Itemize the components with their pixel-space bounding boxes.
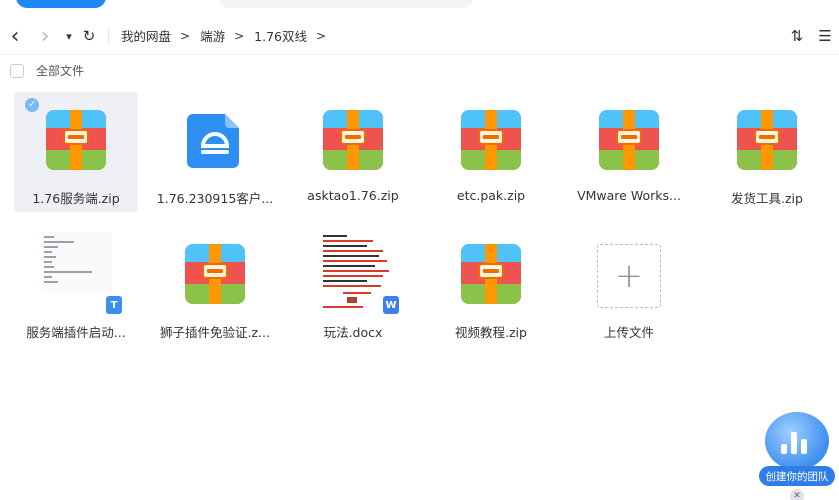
chevron-right-icon: › [40,23,50,49]
file-tile[interactable]: 发货工具.zip [705,92,829,212]
close-icon: ✕ [793,491,801,500]
upload-button[interactable]: + [597,244,661,308]
breadcrumb-item-folder[interactable]: 端游 [200,26,225,45]
create-team-label: 创建你的团队 [759,466,835,486]
upload-tile[interactable]: + 上传文件 [567,226,691,346]
forward-button[interactable]: › [34,23,56,49]
zip-archive-icon [183,242,247,306]
file-tile[interactable]: asktao1.76.zip [291,92,415,212]
file-tile[interactable]: T 服务端插件启动... [14,226,138,346]
file-tile[interactable]: 狮子插件免验证.z... [153,226,277,346]
sort-icon: ⇅ [790,27,804,45]
file-tile[interactable]: 1.76.230915客户... [153,92,277,212]
back-button[interactable]: ‹ [4,23,26,49]
caret-down-icon: ▾ [66,29,72,43]
file-tile[interactable]: W 玩法.docx [291,226,415,346]
search-input[interactable] [218,0,473,8]
select-all-label: 全部文件 [36,64,85,78]
zip-archive-icon [44,108,108,172]
breadcrumb-separator-icon: > [234,28,245,43]
breadcrumb-separator-icon: > [180,28,191,43]
file-name: 服务端插件启动... [26,325,126,340]
breadcrumb-item-root[interactable]: 我的网盘 [121,26,171,45]
app-installer-icon [183,108,247,172]
close-widget-button[interactable]: ✕ [790,489,804,500]
nav-divider [108,28,109,44]
file-tile[interactable]: ✓ 1.76服务端.zip [14,92,138,212]
text-file-badge-icon: T [106,296,122,314]
file-name: 1.76服务端.zip [32,191,120,206]
selected-check-icon[interactable]: ✓ [25,98,39,112]
file-name: 玩法.docx [323,325,383,340]
view-tools: ⇅ ☰ [783,24,839,48]
header-divider [0,54,839,55]
file-name: 视频教程.zip [455,325,527,340]
bar-chart-icon [781,430,811,454]
navigation-bar: ‹ › ▾ ↻ 我的网盘 > 端游 > 1.76双线 > ⇅ ☰ [0,20,839,52]
file-name: etc.pak.zip [456,188,526,203]
view-mode-button[interactable]: ☰ [811,24,839,48]
upload-label: 上传文件 [603,325,654,340]
file-name: VMware Works... [577,188,681,203]
zip-archive-icon [735,108,799,172]
list-view-icon: ☰ [818,27,832,45]
sort-button[interactable]: ⇅ [783,24,811,48]
word-file-badge-icon: W [383,296,399,314]
history-dropdown-button[interactable]: ▾ [58,24,80,48]
breadcrumb: 我的网盘 > 端游 > 1.76双线 > [121,26,336,45]
top-bar [0,0,839,14]
zip-archive-icon [459,242,523,306]
file-name: asktao1.76.zip [307,188,399,203]
select-all-row: 全部文件 [10,62,84,79]
chevron-left-icon: ‹ [10,23,20,49]
zip-archive-icon [459,108,523,172]
file-tile[interactable]: etc.pak.zip [429,92,553,212]
file-tile[interactable]: 视频教程.zip [429,226,553,346]
refresh-button[interactable]: ↻ [78,24,100,48]
text-document-thumbnail [42,232,112,292]
file-name: 发货工具.zip [731,191,803,206]
select-all-checkbox[interactable] [10,63,24,78]
file-manager: ‹ › ▾ ↻ 我的网盘 > 端游 > 1.76双线 > ⇅ ☰ 全部文件 ✓ … [0,0,839,500]
plus-icon: + [614,256,644,296]
create-team-widget[interactable]: 创建你的团队 [757,408,837,488]
refresh-icon: ↻ [82,27,96,45]
file-tile[interactable]: VMware Works... [567,92,691,212]
zip-archive-icon [321,108,385,172]
primary-action-button[interactable] [16,0,106,8]
zip-archive-icon [597,108,661,172]
breadcrumb-separator-icon: > [316,28,327,43]
file-name: 狮子插件免验证.z... [160,325,270,340]
breadcrumb-item-current[interactable]: 1.76双线 [254,26,307,45]
file-name: 1.76.230915客户... [156,191,274,206]
